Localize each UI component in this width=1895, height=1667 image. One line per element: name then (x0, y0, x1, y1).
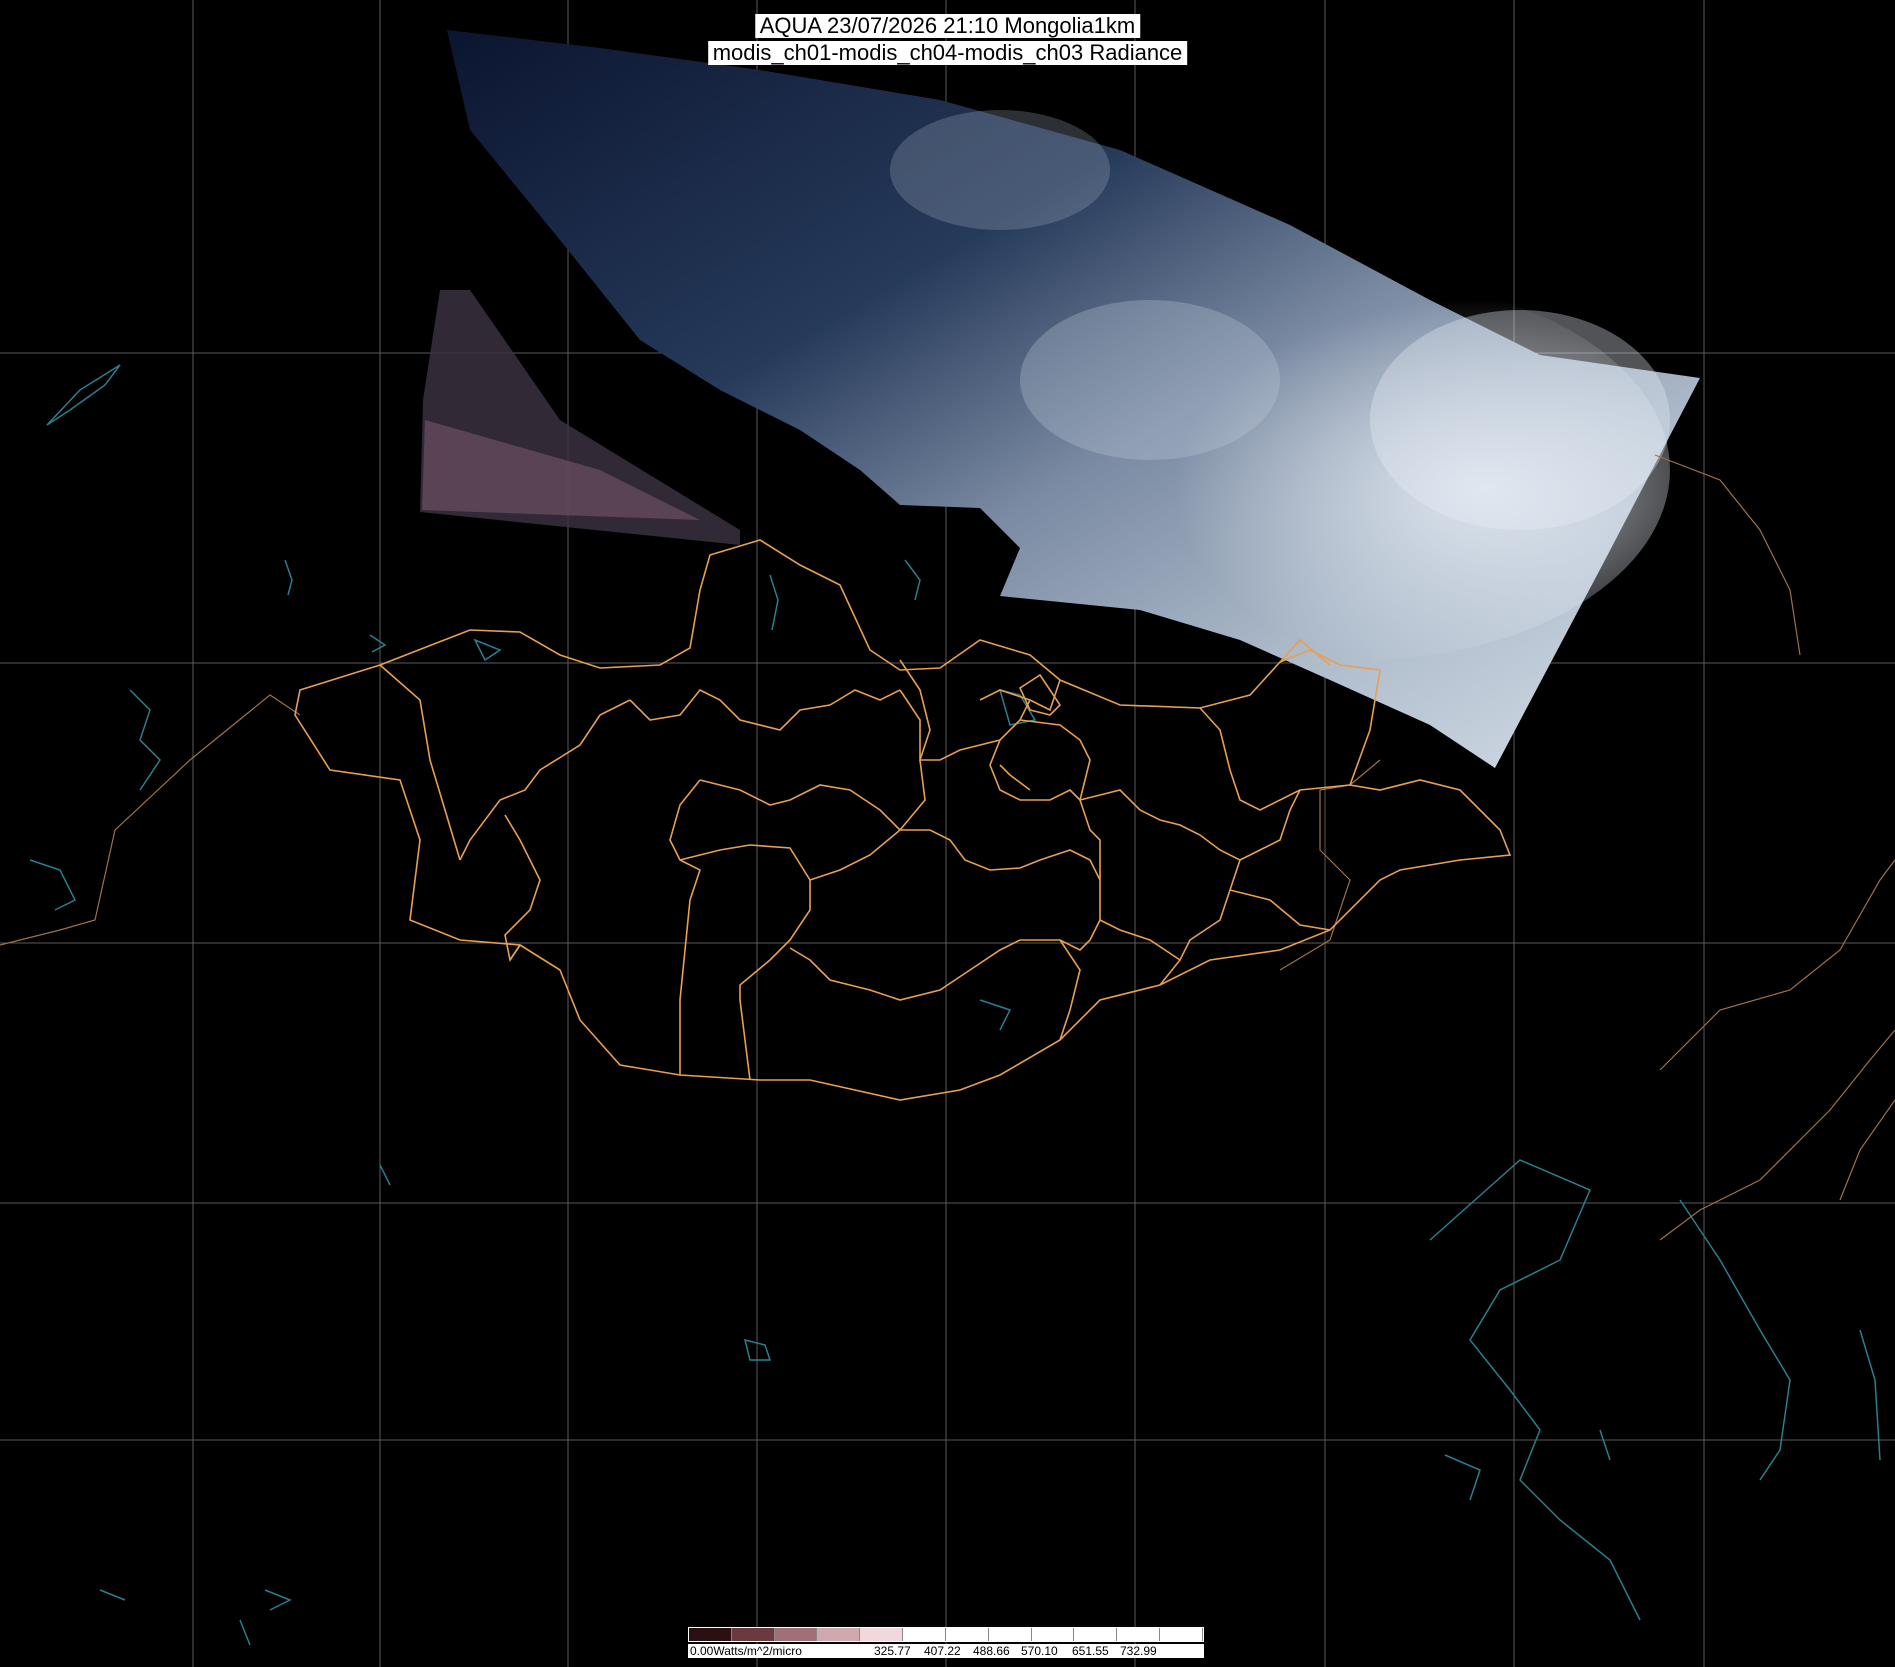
color-scale-bar (688, 1627, 1204, 1642)
legend-unit-label: 0.00Watts/m^2/micro (690, 1644, 802, 1658)
legend-tick-label: 651.55 (1072, 1644, 1109, 1658)
legend-color-swatch (774, 1628, 818, 1641)
legend-color-swatch (1074, 1628, 1118, 1641)
legend-color-swatch (689, 1628, 732, 1641)
satellite-map (0, 0, 1895, 1667)
legend-color-swatch (1160, 1628, 1203, 1641)
legend-color-swatch (731, 1628, 775, 1641)
legend-color-swatch (945, 1628, 989, 1641)
legend-tick-label: 488.66 (973, 1644, 1010, 1658)
legend-tick-label: 732.99 (1120, 1644, 1157, 1658)
legend-color-swatch (817, 1628, 861, 1641)
legend-tick-label: 325.77 (874, 1644, 911, 1658)
legend-color-swatch (1031, 1628, 1075, 1641)
color-scale-ticks: 0.00Watts/m^2/micro 325.77 407.22 488.66… (688, 1644, 1204, 1658)
legend-color-swatch (903, 1628, 946, 1641)
legend-color-swatch (860, 1628, 904, 1641)
map-title-line1: AQUA 23/07/2026 21:10 Mongolia1km (754, 14, 1141, 38)
legend-tick-label: 570.10 (1021, 1644, 1058, 1658)
satellite-swath (447, 30, 1700, 768)
color-scale-legend: 0.00Watts/m^2/micro 325.77 407.22 488.66… (688, 1627, 1204, 1659)
legend-color-swatch (1117, 1628, 1161, 1641)
map-title-line2: modis_ch01-modis_ch04-modis_ch03 Radianc… (707, 41, 1188, 65)
legend-color-swatch (988, 1628, 1032, 1641)
legend-tick-label: 407.22 (924, 1644, 961, 1658)
